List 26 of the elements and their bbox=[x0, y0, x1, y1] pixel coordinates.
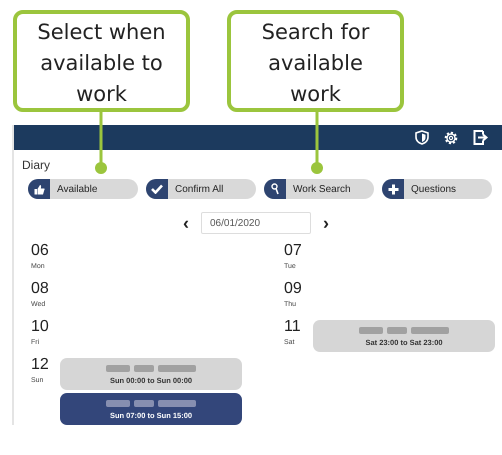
shield-icon[interactable] bbox=[415, 130, 429, 145]
logout-icon[interactable] bbox=[473, 130, 489, 145]
callout-box: Search for available work bbox=[227, 10, 404, 112]
action-button[interactable]: Confirm All bbox=[146, 179, 256, 199]
day-number: 12 bbox=[31, 356, 50, 374]
settings-icon[interactable] bbox=[443, 130, 459, 146]
leader-line bbox=[311, 112, 323, 176]
action-button[interactable]: Work Search bbox=[264, 179, 374, 199]
day-number: 09 bbox=[284, 280, 303, 298]
day-number: 06 bbox=[31, 242, 50, 260]
search-icon bbox=[271, 183, 279, 195]
previous-button[interactable]: ‹ bbox=[179, 215, 193, 231]
date-field[interactable]: 06/01/2020 bbox=[201, 212, 311, 234]
day-number: 07 bbox=[284, 242, 303, 260]
plus-icon bbox=[388, 184, 398, 194]
next-button[interactable]: › bbox=[319, 215, 333, 231]
page-title: Diary bbox=[22, 158, 52, 172]
thumbs-up-icon bbox=[34, 184, 44, 194]
day-number: 08 bbox=[31, 280, 50, 298]
action-button[interactable]: Available bbox=[28, 179, 138, 199]
action-button[interactable]: Questions bbox=[382, 179, 492, 199]
day-number: 10 bbox=[31, 318, 50, 336]
callout-box: Select when available to work bbox=[13, 10, 190, 112]
day-number: 11 bbox=[284, 318, 302, 336]
leader-line bbox=[95, 112, 107, 176]
check-icon bbox=[151, 184, 163, 194]
